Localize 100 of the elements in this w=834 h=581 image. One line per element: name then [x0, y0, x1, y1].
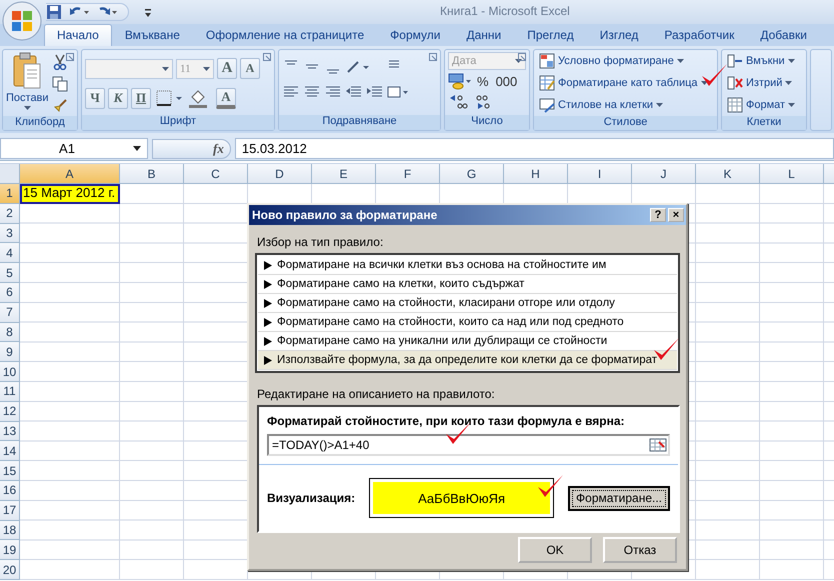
preview-label: Визуализация: [267, 491, 356, 505]
thousands-button[interactable]: 000 [494, 72, 520, 90]
caret-icon [133, 146, 141, 151]
scissors-icon[interactable] [52, 54, 68, 70]
italic-button[interactable]: К [108, 88, 128, 108]
group-label: Клетки [722, 116, 806, 130]
currency-icon[interactable] [448, 71, 472, 91]
caret-icon [676, 59, 684, 63]
row-header[interactable]: 12 [0, 402, 20, 422]
section-label: Избор на тип правило: [257, 235, 384, 251]
rule-type-item[interactable]: Форматиране само на стойности, които са над или под средното [258, 313, 677, 332]
paste-button[interactable]: Постави [6, 52, 49, 114]
name-box[interactable]: A1 [0, 138, 148, 159]
copy-icon[interactable] [52, 76, 68, 92]
ribbon-tab[interactable]: Вмъкване [112, 24, 193, 46]
row-header[interactable]: 3 [0, 224, 20, 244]
bold-button[interactable]: Ч [85, 88, 105, 108]
dialog-launcher-icon[interactable] [263, 53, 271, 61]
bullet-icon [264, 356, 272, 364]
row-header[interactable]: 15 [0, 461, 20, 481]
row-header[interactable]: 8 [0, 322, 20, 342]
ribbon-tab[interactable]: Данни [453, 24, 514, 46]
styles-menu-button[interactable]: Условно форматиране [537, 52, 710, 70]
ribbon-tab[interactable]: Формули [377, 24, 454, 46]
bullet-icon [264, 336, 272, 346]
row-header[interactable]: 6 [0, 282, 20, 303]
row-header[interactable]: 16 [0, 480, 20, 501]
bullet-icon [264, 280, 272, 288]
underline-button[interactable]: П [131, 88, 151, 108]
rule-type-list[interactable] [255, 253, 680, 373]
cells-menu-button[interactable]: Формат [725, 96, 798, 114]
format-table-icon [539, 75, 555, 91]
row-header[interactable]: 18 [0, 520, 20, 540]
dialog-title: Ново правило за форматиране [252, 208, 438, 222]
section-label: Редактиране на описанието на правилото: [257, 387, 496, 403]
insert-function-button[interactable]: fx [152, 138, 231, 158]
row-header[interactable]: 13 [0, 422, 20, 442]
row-header[interactable]: 19 [0, 540, 20, 560]
styles-menu-button[interactable]: Форматиране като таблица [537, 74, 710, 92]
save-icon[interactable] [46, 4, 62, 20]
clipboard-icon [12, 52, 42, 90]
row-header[interactable]: 1 [0, 184, 20, 204]
row-header[interactable]: 9 [0, 342, 20, 362]
caret-icon [785, 81, 792, 85]
row-header[interactable]: 17 [0, 500, 20, 521]
shrink-font-button[interactable]: A [240, 58, 260, 79]
group-label: Подравняване [279, 115, 440, 130]
row-header[interactable]: 2 [0, 204, 20, 224]
row-header[interactable]: 5 [0, 263, 20, 283]
merge-cells-icon[interactable] [387, 84, 409, 100]
font-name-field[interactable] [85, 58, 173, 78]
formula-label: Форматирай стойностите, при които тази формула е вярна: [267, 414, 626, 428]
ribbon-tab[interactable]: Изглед [586, 24, 652, 46]
ribbon-tab[interactable]: Преглед [514, 24, 587, 46]
rule-type-item[interactable]: Форматиране на всички клетки въз основа на стойностите им [258, 256, 677, 275]
styles-menu-button[interactable]: Стилове на клетки [537, 96, 710, 114]
row-header[interactable]: 7 [0, 302, 20, 323]
brush-icon[interactable] [52, 98, 68, 114]
font-color-button[interactable]: A [216, 88, 236, 108]
customize-toolbar-icon[interactable] [144, 8, 152, 18]
percent-button[interactable]: % [475, 72, 491, 90]
grow-font-button[interactable]: A [217, 58, 237, 79]
ribbon-tab[interactable]: Начало [44, 24, 112, 46]
group-label: Клипборд [3, 116, 77, 130]
rule-type-item[interactable]: Използвайте формула, за да определите кои клетки да се форматират [258, 351, 677, 370]
row-header[interactable]: 10 [0, 362, 20, 382]
row-header[interactable]: 4 [0, 243, 20, 264]
caret-icon [788, 103, 796, 107]
rule-type-item[interactable]: Форматиране само на клетки, които съдържат [258, 275, 677, 294]
delete-cells-icon [727, 75, 743, 91]
bullet-icon [264, 260, 272, 270]
insert-cells-icon [727, 53, 743, 69]
cell-styles-icon [539, 97, 555, 113]
formula-field[interactable]: 15.03.2012 [234, 138, 834, 159]
group-label: Число [445, 115, 529, 130]
dialog-launcher-icon[interactable] [66, 53, 74, 61]
caret-icon [24, 106, 31, 110]
ok-button[interactable]: OK [518, 537, 592, 563]
cells-menu-button[interactable]: Изтрий [725, 74, 798, 92]
ribbon-tab[interactable]: Добавки [747, 24, 820, 46]
caret-icon [162, 66, 169, 70]
ribbon-tab[interactable]: Разработчик [651, 24, 748, 46]
close-button[interactable]: × [668, 208, 684, 222]
help-button[interactable]: ? [650, 208, 666, 222]
format-preview: АаБбВвЮюЯя [369, 478, 554, 518]
conditional-format-icon [539, 53, 555, 69]
rule-type-item[interactable]: Форматиране само на стойности, класирани отгоре или отдолу [258, 294, 677, 313]
cancel-button[interactable]: Отказ [603, 537, 677, 563]
selected-cell[interactable]: 15 Март 2012 г. [20, 184, 120, 204]
format-button[interactable]: Форматиране... [568, 486, 670, 510]
row-header[interactable]: 14 [0, 441, 20, 462]
column-header[interactable]: A [20, 164, 120, 184]
row-header[interactable]: 11 [0, 382, 20, 402]
formula-input[interactable]: =TODAY()>A1+40 [267, 434, 670, 456]
dialog-launcher-icon[interactable] [429, 53, 437, 61]
cells-menu-button[interactable]: Вмъкни [725, 52, 798, 70]
dialog-launcher-icon[interactable] [518, 53, 526, 61]
collapse-dialog-icon[interactable] [649, 437, 667, 453]
ribbon-tab[interactable]: Оформление на страниците [192, 24, 378, 46]
row-header[interactable]: 20 [0, 560, 20, 580]
